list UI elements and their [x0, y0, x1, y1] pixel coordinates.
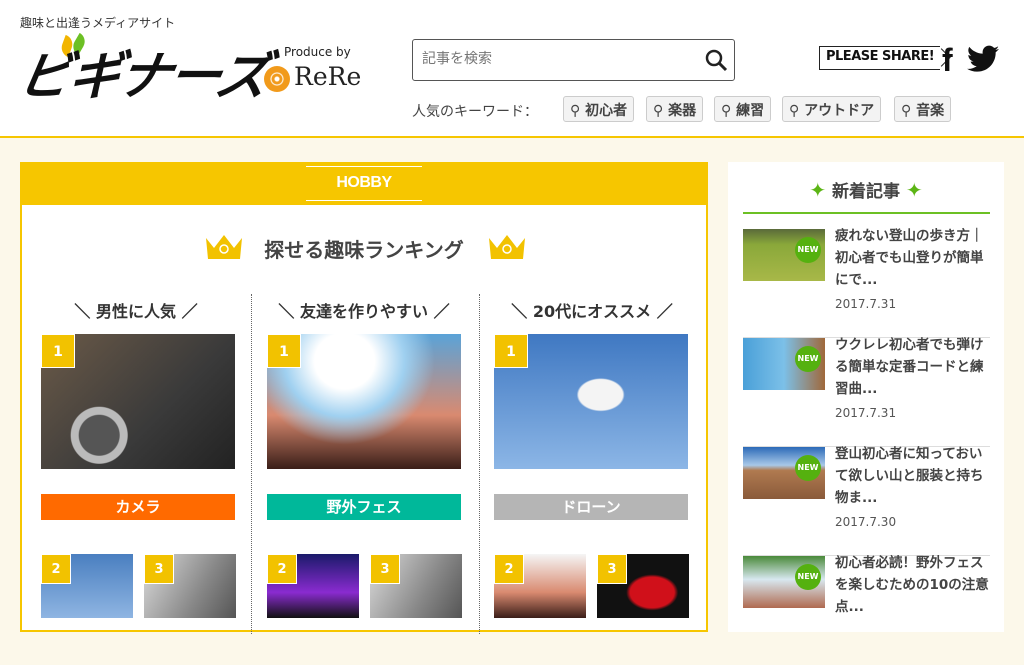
drone-thumb[interactable]: 2: [41, 554, 133, 618]
new-badge: NEW: [795, 564, 821, 590]
camera-image[interactable]: 1: [41, 334, 235, 469]
site-header: 趣味と出逢うメディアサイト ビギナーズ Produce by ReRe 人気のキ…: [0, 0, 1024, 138]
article-thumb[interactable]: NEW: [743, 229, 825, 281]
twitter-icon[interactable]: [967, 45, 999, 73]
article-date: 2017.7.31: [835, 406, 897, 420]
article-thumb[interactable]: NEW: [743, 556, 825, 608]
article-item[interactable]: NEW ウクレレ初心者でも弾ける簡単な定番コードと練習曲... 2017.7.3…: [743, 337, 990, 447]
new-badge: NEW: [795, 346, 821, 372]
article-thumb[interactable]: NEW: [743, 447, 825, 499]
search-box: [412, 39, 735, 81]
article-date: 2017.7.31: [835, 297, 897, 311]
please-share-label: PLEASE SHARE!: [819, 46, 941, 70]
rank-1-label[interactable]: カメラ: [41, 494, 235, 520]
facebook-icon[interactable]: f: [942, 42, 953, 79]
rank-badge: 3: [144, 554, 174, 584]
hobby-ranking-panel: HOBBY RANKING 探せる趣味ランキング ＼ 男性に人気 ／ 1 カメラ…: [20, 162, 708, 634]
keyword-tag[interactable]: ⚲ 楽器: [646, 96, 704, 122]
article-item[interactable]: NEW 疲れない登山の歩き方｜初心者でも山登りが簡単にで... 2017.7.3…: [743, 228, 990, 338]
column-heading: ＼ 友達を作りやすい ／: [278, 302, 450, 321]
new-badge: NEW: [795, 455, 821, 481]
rank-badge: 1: [41, 334, 75, 368]
festival-image[interactable]: 1: [267, 334, 461, 469]
partner-logo[interactable]: ReRe: [264, 62, 361, 92]
site-logo[interactable]: ビギナーズ: [13, 34, 274, 109]
sidebar-title: ✦ 新着記事 ✦: [728, 177, 1004, 202]
article-date: 2017.7.30: [835, 515, 897, 529]
article-item[interactable]: NEW 初心者必読！野外フェスを楽しむための10の注意点...: [743, 555, 990, 665]
rank-badge: 1: [494, 334, 528, 368]
article-title[interactable]: ウクレレ初心者でも弾ける簡単な定番コードと練習曲...: [835, 334, 991, 400]
rank-1-label[interactable]: ドローン: [494, 494, 688, 520]
bicycle-thumb[interactable]: 3: [144, 554, 236, 618]
ranking-column-men: ＼ 男性に人気 ／ 1 カメラ 2 3: [22, 294, 250, 634]
new-badge: NEW: [795, 237, 821, 263]
keyword-tag[interactable]: ⚲ 音楽: [894, 96, 952, 122]
sparkle-icon: ✦: [809, 178, 827, 202]
ranking-band: HOBBY RANKING: [20, 162, 708, 223]
keyword-tag[interactable]: ⚲ 初心者: [563, 96, 635, 122]
keyword-tag[interactable]: ⚲ 練習: [714, 96, 772, 122]
rank-badge: 2: [267, 554, 297, 584]
article-title[interactable]: 初心者必読！野外フェスを楽しむための10の注意点...: [835, 552, 991, 618]
site-tagline: 趣味と出逢うメディアサイト: [20, 16, 176, 30]
article-title[interactable]: 疲れない登山の歩き方｜初心者でも山登りが簡単にで...: [835, 225, 991, 291]
rank-badge: 2: [494, 554, 524, 584]
sparkle-icon: ✦: [905, 178, 923, 202]
rank-badge: 3: [370, 554, 400, 584]
rank-badge: 3: [597, 554, 627, 584]
ranking-title: 探せる趣味ランキング: [264, 238, 464, 262]
rank-badge: 1: [267, 334, 301, 368]
dj-thumb[interactable]: 2: [267, 554, 359, 618]
article-item[interactable]: NEW 登山初心者に知っておいて欲しい山と服装と持ち物ま... 2017.7.3…: [743, 446, 990, 556]
ranking-column-friends: ＼ 友達を作りやすい ／ 1 野外フェス 2 3: [250, 294, 478, 634]
rere-mark-icon: [264, 65, 290, 92]
bicycle-thumb[interactable]: 3: [370, 554, 462, 618]
search-icon[interactable]: [704, 48, 728, 72]
new-articles-sidebar: ✦ 新着記事 ✦ NEW 疲れない登山の歩き方｜初心者でも山登りが簡単にで...…: [728, 162, 1004, 632]
drone-image[interactable]: 1: [494, 334, 688, 469]
title-underline: [743, 212, 990, 214]
partner-name: ReRe: [294, 62, 362, 91]
sidebar-title-text: 新着記事: [832, 182, 900, 202]
article-title[interactable]: 登山初心者に知っておいて欲しい山と服装と持ち物ま...: [835, 443, 991, 509]
produce-by-label: Produce by: [284, 45, 351, 59]
keywords-label: 人気のキーワード：: [412, 104, 538, 120]
column-heading: ＼ 男性に人気 ／: [74, 302, 198, 321]
keyword-tag[interactable]: ⚲ アウトドア: [782, 96, 882, 122]
search-input[interactable]: [413, 40, 693, 78]
guitar-thumb[interactable]: 3: [597, 554, 689, 618]
article-thumb[interactable]: NEW: [743, 338, 825, 390]
band-title: HOBBY RANKING: [306, 166, 422, 223]
festival-thumb[interactable]: 2: [494, 554, 586, 618]
column-heading: ＼ 20代にオススメ ／: [511, 302, 673, 321]
rank-1-label[interactable]: 野外フェス: [267, 494, 461, 520]
rank-badge: 2: [41, 554, 71, 584]
crown-icon: [489, 235, 525, 259]
ranking-column-20s: ＼ 20代にオススメ ／ 1 ドローン 2 3: [478, 294, 706, 634]
